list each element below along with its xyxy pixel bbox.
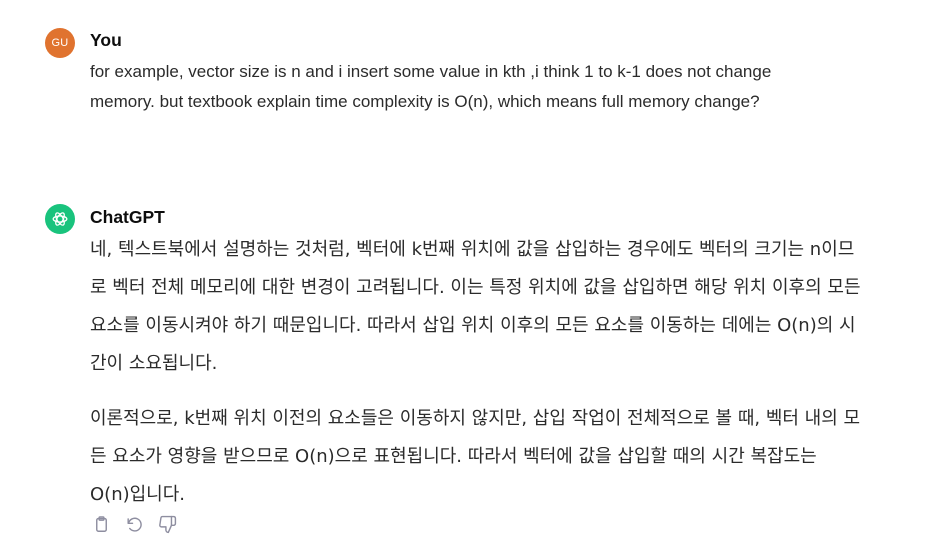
regenerate-icon bbox=[125, 515, 144, 534]
thumbs-down-button[interactable] bbox=[156, 513, 178, 535]
user-avatar: GU bbox=[45, 28, 75, 58]
openai-logo-icon bbox=[45, 204, 75, 234]
regenerate-button[interactable] bbox=[123, 513, 145, 535]
copy-button[interactable] bbox=[90, 513, 112, 535]
assistant-paragraph: 이론적으로, k번째 위치 이전의 요소들은 이동하지 않지만, 삽입 작업이 … bbox=[90, 408, 861, 505]
user-avatar-initials: GU bbox=[51, 37, 69, 49]
chat-thread: GU You for example, vector size is n and… bbox=[0, 0, 930, 543]
copy-icon bbox=[92, 515, 111, 534]
assistant-message-text: 네, 텍스트북에서 설명하는 것처럼, 벡터에 k번째 위치에 값을 삽입하는 … bbox=[90, 231, 862, 514]
message-actions bbox=[90, 513, 178, 535]
user-message-text: for example, vector size is n and i inse… bbox=[90, 62, 772, 111]
user-author-name: You bbox=[90, 30, 122, 50]
assistant-author-name: ChatGPT bbox=[90, 207, 165, 227]
assistant-paragraph: 네, 텍스트북에서 설명하는 것처럼, 벡터에 k번째 위치에 값을 삽입하는 … bbox=[90, 239, 861, 374]
thumbs-down-icon bbox=[158, 515, 177, 534]
